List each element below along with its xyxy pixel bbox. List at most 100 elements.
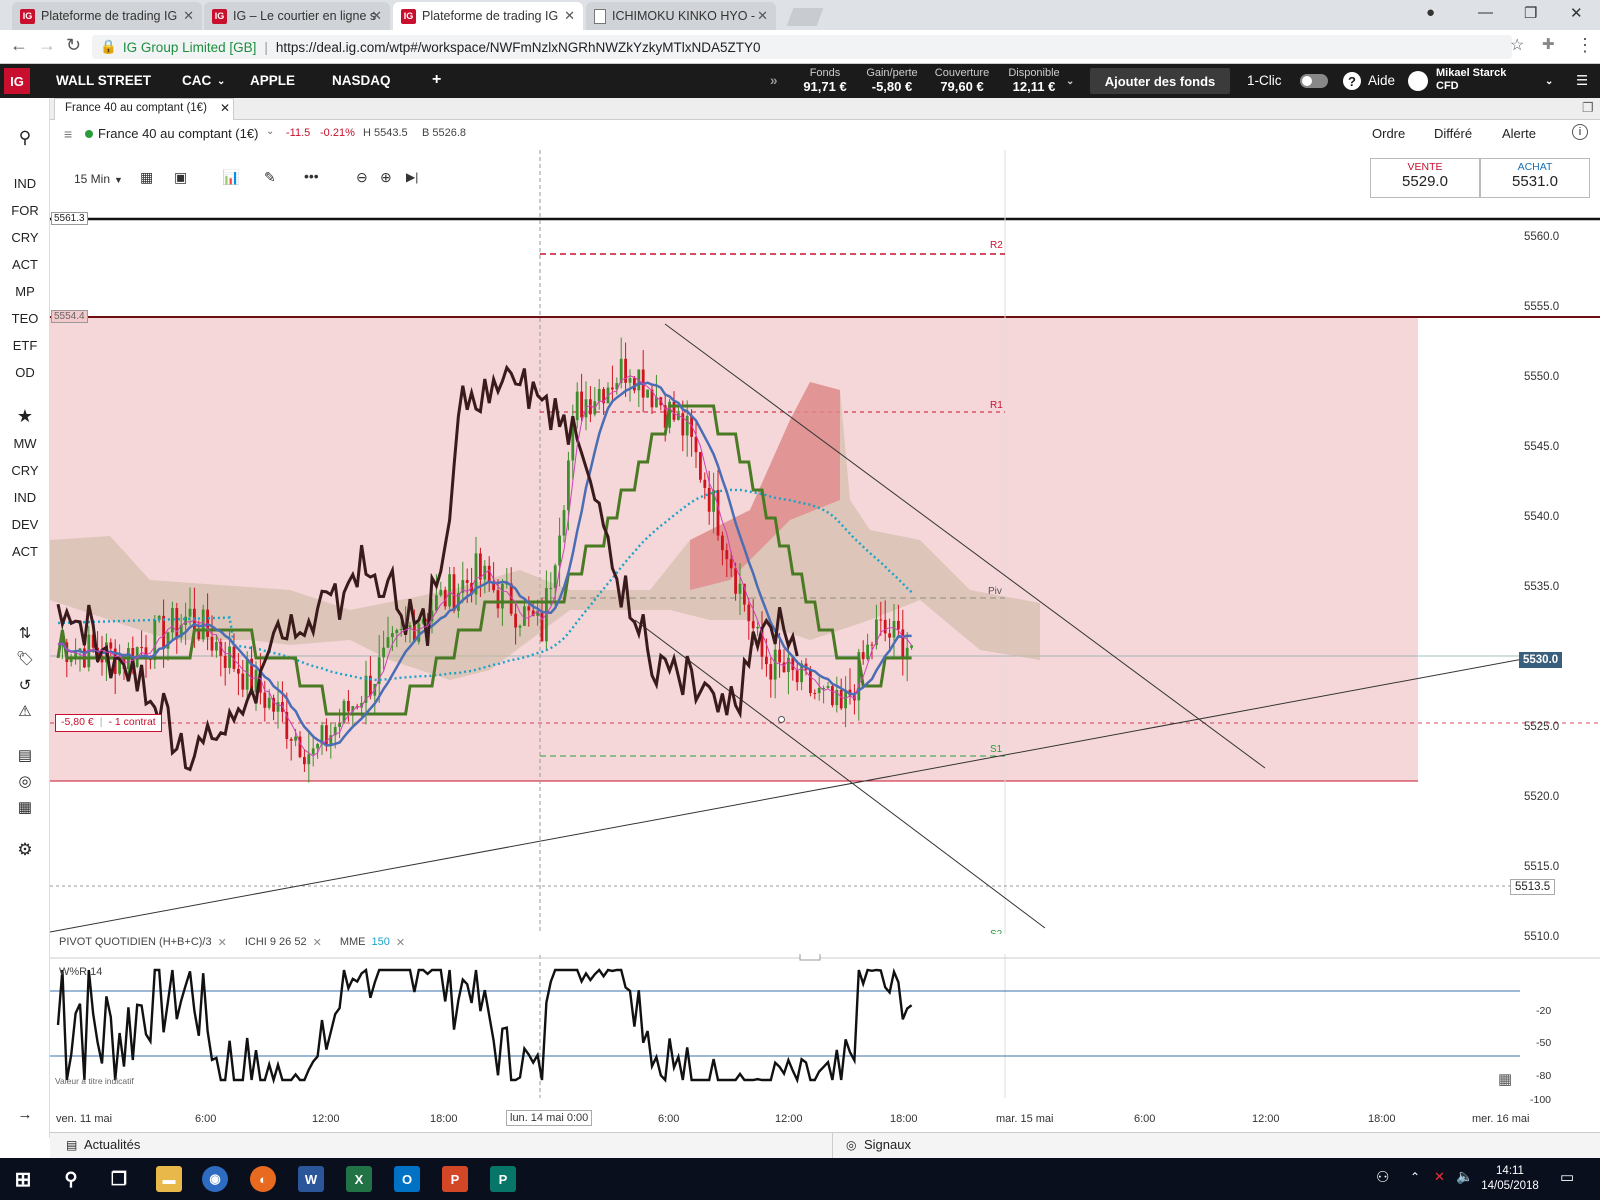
- watchlist-dev[interactable]: DEV: [0, 517, 50, 532]
- warning-icon[interactable]: ⚠: [0, 702, 50, 720]
- powerpoint-icon[interactable]: P: [442, 1166, 468, 1192]
- user-avatar-icon[interactable]: [1408, 71, 1428, 91]
- back-icon[interactable]: ←: [10, 35, 28, 56]
- file-explorer-icon[interactable]: ▬: [156, 1166, 182, 1192]
- network-icon[interactable]: ✕: [1434, 1169, 1445, 1185]
- workspace-tab[interactable]: France 40 au comptant (1€): [54, 98, 234, 120]
- watchlist-mw[interactable]: MW: [0, 436, 50, 451]
- transfer-arrows-icon[interactable]: ⇅: [0, 624, 50, 642]
- search-icon[interactable]: ⚲: [58, 1166, 84, 1192]
- new-tab-button[interactable]: [786, 8, 824, 26]
- word-icon[interactable]: W: [298, 1166, 324, 1192]
- one-click-toggle[interactable]: [1300, 74, 1328, 88]
- news-tab[interactable]: Actualités: [84, 1137, 140, 1152]
- candle-body: [769, 664, 773, 680]
- add-market-button[interactable]: +: [432, 71, 441, 89]
- tag-icon[interactable]: 🏷: [0, 650, 50, 667]
- menu-dots-icon[interactable]: ⋮: [1576, 35, 1594, 56]
- notifications-icon[interactable]: ▭: [1560, 1168, 1574, 1186]
- windows-start-icon[interactable]: ⊞: [10, 1166, 36, 1192]
- chrome-icon[interactable]: ◉: [202, 1166, 228, 1192]
- star-icon[interactable]: ★: [0, 406, 50, 427]
- extension-icon[interactable]: ✚: [1542, 35, 1555, 53]
- candle-body: [747, 604, 751, 622]
- remove-indicator-icon[interactable]: ✕: [218, 936, 227, 952]
- close-tab-icon[interactable]: ✕: [371, 8, 382, 24]
- sidebar-item-for[interactable]: FOR: [0, 203, 50, 218]
- sidebar-item-etf[interactable]: ETF: [0, 338, 50, 353]
- market-tab-cac[interactable]: CAC: [182, 73, 211, 88]
- publisher-icon[interactable]: P: [490, 1166, 516, 1192]
- wr-indicator-label[interactable]: W%R 14: [59, 966, 102, 978]
- chevron-down-icon[interactable]: ⌄: [1066, 76, 1074, 87]
- close-tab-icon[interactable]: ✕: [564, 8, 575, 24]
- market-tab-apple[interactable]: APPLE: [250, 73, 295, 88]
- price-chart-svg[interactable]: [50, 120, 1600, 1132]
- position-tag[interactable]: -5,80 € | - 1 contrat: [55, 714, 162, 732]
- candle-body: [681, 413, 685, 436]
- ichimoku-indicator-label[interactable]: ICHI 9 26 52: [245, 936, 307, 952]
- settings-gear-icon[interactable]: ⚙: [0, 840, 50, 860]
- market-tab-nasdaq[interactable]: NASDAQ: [332, 73, 391, 88]
- sidebar-item-od[interactable]: OD: [0, 365, 50, 380]
- search-icon[interactable]: ⚲: [0, 128, 50, 148]
- calendar-icon[interactable]: ▦: [1498, 1070, 1512, 1088]
- maximize-icon[interactable]: ❐: [1524, 4, 1537, 22]
- close-tab-icon[interactable]: ✕: [183, 8, 194, 24]
- hamburger-menu-icon[interactable]: ☰: [1576, 73, 1588, 89]
- task-view-icon[interactable]: ❐: [106, 1166, 132, 1192]
- clock[interactable]: 14:11 14/05/2018: [1480, 1164, 1540, 1194]
- minimize-icon[interactable]: —: [1478, 4, 1493, 21]
- ig-favicon-icon: IG: [20, 8, 35, 24]
- close-tab-icon[interactable]: ✕: [757, 8, 768, 24]
- sidebar-item-mp[interactable]: MP: [0, 284, 50, 299]
- close-window-icon[interactable]: ✕: [1570, 4, 1583, 22]
- ig-logo[interactable]: IG: [4, 68, 30, 94]
- candle-body: [694, 436, 698, 453]
- sidebar-item-cry[interactable]: CRY: [0, 230, 50, 245]
- help-link[interactable]: Aide: [1368, 73, 1395, 88]
- forward-icon[interactable]: →: [38, 35, 56, 56]
- calendar-icon[interactable]: ▦: [0, 798, 50, 816]
- popout-icon[interactable]: ❐: [1582, 100, 1594, 116]
- chevron-down-icon[interactable]: ⌄: [217, 76, 225, 87]
- signals-tab[interactable]: Signaux: [864, 1137, 911, 1152]
- sidebar-item-act[interactable]: ACT: [0, 257, 50, 272]
- outlook-icon[interactable]: O: [394, 1166, 420, 1192]
- profile-icon[interactable]: ●: [1426, 4, 1435, 21]
- browser-tab[interactable]: IG IG – Le courtier en ligne s ✕: [204, 2, 390, 30]
- excel-icon[interactable]: X: [346, 1166, 372, 1192]
- user-info[interactable]: Mikael Starck CFD: [1436, 67, 1506, 93]
- news-icon[interactable]: ▤: [0, 746, 50, 764]
- watchlist-ind[interactable]: IND: [0, 490, 50, 505]
- people-icon[interactable]: ⚇: [1376, 1168, 1389, 1186]
- tray-chevron-icon[interactable]: ⌃: [1410, 1170, 1420, 1184]
- close-workspace-tab-icon[interactable]: ✕: [220, 101, 230, 115]
- x-tick-current: lun. 14 mai 0:00: [506, 1110, 593, 1126]
- watchlist-act[interactable]: ACT: [0, 544, 50, 559]
- sidebar-item-teo[interactable]: TEO: [0, 311, 50, 326]
- signal-icon[interactable]: ◎: [0, 772, 50, 790]
- reload-icon[interactable]: ↻: [66, 35, 81, 56]
- market-tab-wall-street[interactable]: WALL STREET: [56, 73, 151, 88]
- volume-icon[interactable]: 🔈: [1456, 1168, 1473, 1185]
- browser-tab[interactable]: IG Plateforme de trading IG ✕: [12, 2, 202, 30]
- firefox-icon[interactable]: ◐: [250, 1166, 276, 1192]
- double-chevron-icon[interactable]: »: [770, 73, 778, 88]
- bookmark-star-icon[interactable]: ☆: [1510, 35, 1524, 55]
- remove-indicator-icon[interactable]: ✕: [313, 936, 322, 952]
- browser-tab-active[interactable]: IG Plateforme de trading IG ✕: [393, 2, 583, 30]
- help-icon[interactable]: ?: [1343, 72, 1361, 90]
- browser-tab[interactable]: ICHIMOKU KINKO HYO - ✕: [586, 2, 776, 30]
- history-icon[interactable]: ↺: [0, 676, 50, 694]
- expand-arrow-icon[interactable]: →: [0, 1106, 50, 1123]
- mme-indicator-label[interactable]: MME: [340, 936, 366, 952]
- url-field[interactable]: 🔒 IG Group Limited [GB] | https://deal.i…: [92, 35, 1512, 59]
- chevron-down-icon[interactable]: ⌄: [1545, 76, 1553, 87]
- add-funds-button[interactable]: Ajouter des fonds: [1090, 68, 1230, 94]
- pivot-indicator-label[interactable]: PIVOT QUOTIDIEN (H+B+C)/3: [59, 936, 212, 952]
- watchlist-cry[interactable]: CRY: [0, 463, 50, 478]
- candle-body: [549, 587, 553, 589]
- remove-indicator-icon[interactable]: ✕: [396, 936, 405, 952]
- sidebar-item-ind[interactable]: IND: [0, 176, 50, 191]
